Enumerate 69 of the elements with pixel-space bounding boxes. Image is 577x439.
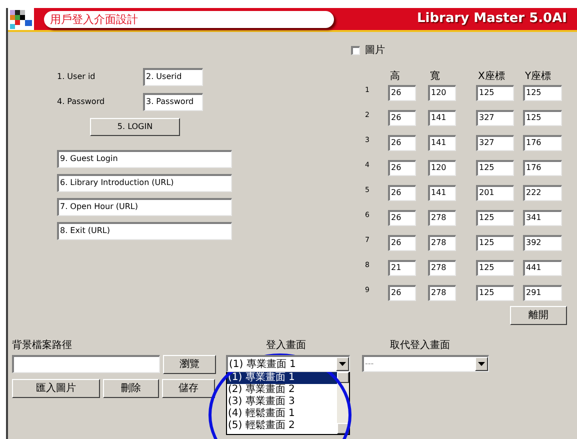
input-field[interactable]: 141 xyxy=(428,110,456,126)
input-field[interactable]: 26 xyxy=(388,160,416,176)
input-field[interactable]: 125 xyxy=(476,210,514,226)
browse-button[interactable]: 瀏覽 xyxy=(163,355,216,374)
input-field[interactable]: 327 xyxy=(476,110,514,126)
dropdown-option[interactable]: (4) 輕鬆畫面 1 xyxy=(227,408,337,420)
logo-icon xyxy=(8,8,34,30)
input-field[interactable]: 9. Guest Login xyxy=(57,150,232,168)
input-field[interactable]: 2. Userid xyxy=(143,68,203,86)
login-button[interactable]: 5. LOGIN xyxy=(90,118,180,136)
input-field[interactable]: 26 xyxy=(388,85,416,101)
section-label: 取代登入畫面 xyxy=(390,338,451,352)
input-field[interactable]: 26 xyxy=(388,235,416,251)
input-field[interactable]: 125 xyxy=(476,285,514,301)
section-label: 背景檔案路徑 xyxy=(12,338,73,352)
column-header: X座標 xyxy=(478,70,506,84)
input-field[interactable]: 327 xyxy=(476,135,514,151)
input-field[interactable]: 291 xyxy=(523,285,562,301)
input-field[interactable]: 26 xyxy=(388,185,416,201)
input-field[interactable]: 278 xyxy=(428,210,456,226)
column-header: 高 xyxy=(390,70,401,84)
brand-title: Library Master 5.0AI xyxy=(417,10,567,28)
column-header: 寬 xyxy=(430,70,441,84)
input-field[interactable]: 21 xyxy=(388,260,416,276)
input-field[interactable] xyxy=(12,355,160,373)
field-label: 4. Password xyxy=(57,96,106,108)
input-field[interactable]: 6. Library Introduction (URL) xyxy=(57,174,232,192)
action-button[interactable]: 匯入圖片 xyxy=(12,379,100,398)
field-label: 1. User id xyxy=(57,71,96,83)
input-field[interactable]: 141 xyxy=(428,135,456,151)
input-field[interactable]: 8. Exit (URL) xyxy=(57,222,232,240)
input-field[interactable]: 7. Open Hour (URL) xyxy=(57,198,232,216)
input-field[interactable]: 125 xyxy=(476,260,514,276)
input-field[interactable]: 120 xyxy=(428,85,456,101)
dropdown[interactable]: --- xyxy=(362,355,489,372)
input-field[interactable]: 120 xyxy=(428,160,456,176)
column-header: Y座標 xyxy=(525,70,552,84)
input-field[interactable]: 125 xyxy=(476,235,514,251)
input-field[interactable]: 278 xyxy=(428,260,456,276)
dropdown[interactable]: (1) 專業畫面 1 xyxy=(226,355,350,372)
dropdown-option[interactable]: (3) 專業畫面 3 xyxy=(227,396,337,408)
checkbox-label: 圖片 xyxy=(365,44,385,58)
exit-button[interactable]: 離開 xyxy=(510,306,567,325)
input-field[interactable]: 176 xyxy=(523,135,562,151)
dropdown-option[interactable]: (2) 專業畫面 2 xyxy=(227,384,337,396)
checkbox[interactable] xyxy=(351,46,360,55)
input-field[interactable]: 3. Password xyxy=(143,93,203,111)
input-field[interactable]: 26 xyxy=(388,135,416,151)
input-field[interactable]: 176 xyxy=(523,160,562,176)
input-field[interactable]: 278 xyxy=(428,235,456,251)
dropdown-option[interactable]: (5) 輕鬆畫面 2 xyxy=(227,420,337,432)
section-label: 登入畫面 xyxy=(266,338,307,352)
input-field[interactable]: 125 xyxy=(523,110,562,126)
input-field[interactable]: 341 xyxy=(523,210,562,226)
input-field[interactable]: 222 xyxy=(523,185,562,201)
input-field[interactable]: 125 xyxy=(476,85,514,101)
input-field[interactable]: 26 xyxy=(388,285,416,301)
input-field[interactable]: 125 xyxy=(476,160,514,176)
input-field[interactable]: 278 xyxy=(428,285,456,301)
input-field[interactable]: 392 xyxy=(523,235,562,251)
input-field[interactable]: 125 xyxy=(523,85,562,101)
input-field[interactable]: 26 xyxy=(388,110,416,126)
input-field[interactable]: 26 xyxy=(388,210,416,226)
action-button[interactable]: 儲存 xyxy=(162,379,215,398)
input-field[interactable]: 441 xyxy=(523,260,562,276)
input-field[interactable]: 141 xyxy=(428,185,456,201)
window-title: 用戶登入介面設計 xyxy=(44,10,334,28)
action-button[interactable]: 刪除 xyxy=(103,379,159,398)
input-field[interactable]: 201 xyxy=(476,185,514,201)
